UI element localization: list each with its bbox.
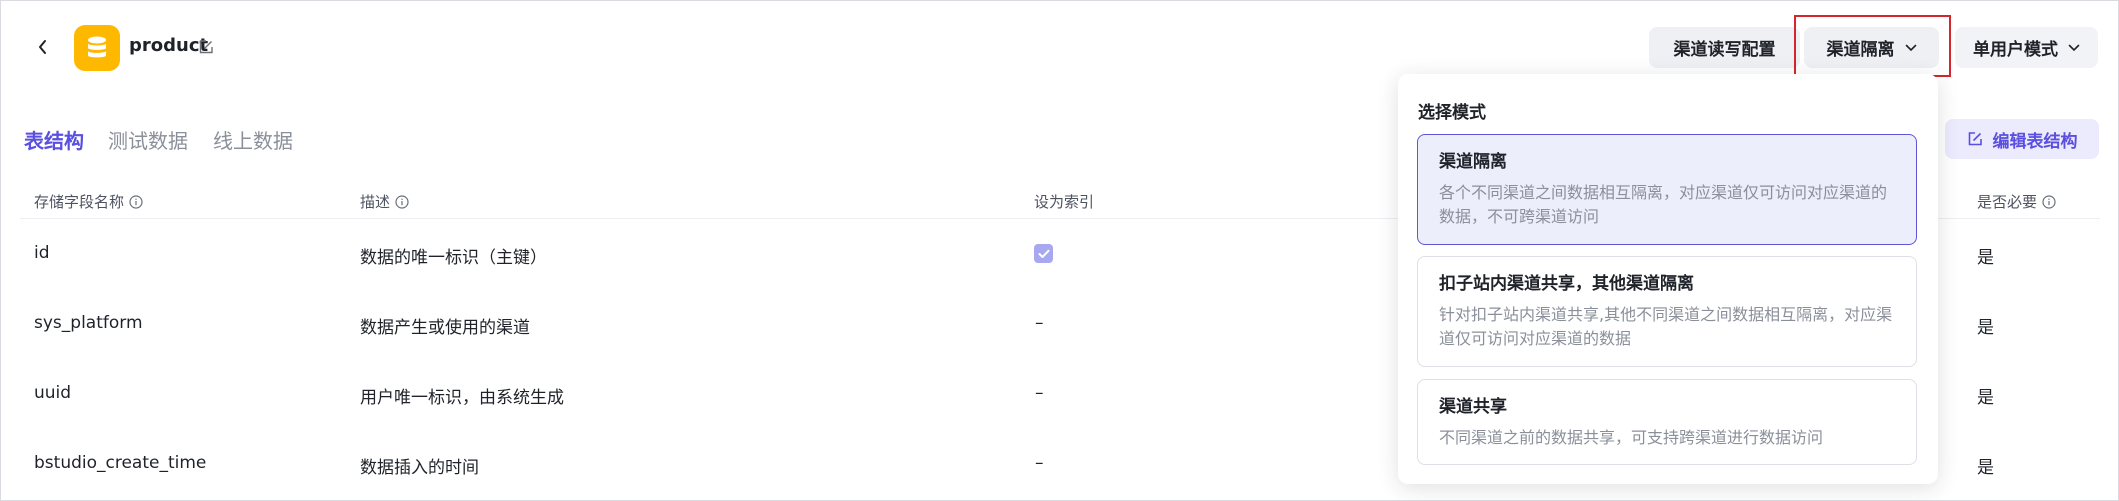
chevron-down-icon xyxy=(1905,44,1916,51)
mode-dropdown: 选择模式 渠道隔离 各个不同渠道之间数据相互隔离，对应渠道仅可访问对应渠道的数据… xyxy=(1398,74,1938,484)
chevron-left-icon xyxy=(39,40,46,54)
edit-icon xyxy=(1968,132,1982,146)
back-button[interactable] xyxy=(30,34,56,60)
option-description: 各个不同渠道之间数据相互隔离，对应渠道仅可访问对应渠道的数据，不可跨渠道访问 xyxy=(1439,183,1888,226)
option-coze-shared[interactable]: 扣子站内渠道共享，其他渠道隔离 针对扣子站内渠道共享,其他不同渠道之间数据相互隔… xyxy=(1417,256,1917,367)
option-channel-isolation[interactable]: 渠道隔离 各个不同渠道之间数据相互隔离，对应渠道仅可访问对应渠道的数据，不可跨渠… xyxy=(1417,134,1917,245)
table-cell-index: – xyxy=(1035,453,1044,473)
chevron-down-icon xyxy=(2068,44,2080,51)
option-name: 渠道共享 xyxy=(1439,397,1507,417)
table-cell-name: sys_platform xyxy=(34,313,143,333)
table-cell-index: – xyxy=(1035,313,1044,333)
table-cell-description: 用户唯一标识，由系统生成 xyxy=(360,388,564,408)
table-cell-required: 是 xyxy=(1977,458,1994,478)
column-header-index: 设为索引 xyxy=(1034,193,1095,211)
dropdown-title: 选择模式 xyxy=(1418,103,1486,123)
edit-structure-button[interactable]: 编辑表结构 xyxy=(1945,119,2099,159)
edit-structure-label: 编辑表结构 xyxy=(1992,131,2078,152)
channel-rw-config-button[interactable]: 渠道读写配置 xyxy=(1649,27,1800,68)
tab-table-structure[interactable]: 表结构 xyxy=(24,125,84,154)
table-cell-name: id xyxy=(34,243,50,263)
option-description: 针对扣子站内渠道共享,其他不同渠道之间数据相互隔离，对应渠道仅可访问对应渠道的数… xyxy=(1439,305,1893,348)
info-icon[interactable] xyxy=(129,194,143,209)
database-icon xyxy=(74,25,120,71)
option-name: 扣子站内渠道共享，其他渠道隔离 xyxy=(1439,274,1694,294)
info-icon[interactable] xyxy=(395,194,409,209)
table-cell-required: 是 xyxy=(1977,318,1994,338)
table-cell-name: uuid xyxy=(34,383,72,403)
channel-isolation-label: 渠道隔离 xyxy=(1826,40,1895,60)
table-cell-description: 数据的唯一标识（主键） xyxy=(360,248,547,268)
index-checkbox[interactable] xyxy=(1034,244,1053,263)
info-icon[interactable] xyxy=(2042,194,2056,209)
option-description: 不同渠道之前的数据共享，可支持跨渠道进行数据访问 xyxy=(1439,428,1824,447)
table-cell-description: 数据插入的时间 xyxy=(360,458,479,478)
single-user-mode-label: 单用户模式 xyxy=(1973,40,2058,60)
edit-icon[interactable] xyxy=(198,39,214,55)
column-header-field-name: 存储字段名称 xyxy=(34,191,143,212)
option-channel-shared[interactable]: 渠道共享 不同渠道之前的数据共享，可支持跨渠道进行数据访问 xyxy=(1417,379,1917,465)
option-name: 渠道隔离 xyxy=(1439,152,1507,172)
column-header-description: 描述 xyxy=(360,191,409,212)
checkmark-icon xyxy=(1038,249,1049,258)
single-user-mode-button[interactable]: 单用户模式 xyxy=(1955,27,2098,68)
tab-online-data[interactable]: 线上数据 xyxy=(213,125,293,154)
table-cell-required: 是 xyxy=(1977,248,1994,268)
page-title: product xyxy=(129,35,209,56)
channel-isolation-button[interactable]: 渠道隔离 xyxy=(1804,27,1939,68)
table-cell-index: – xyxy=(1035,383,1044,403)
table-cell-name: bstudio_create_time xyxy=(34,453,207,473)
tab-test-data[interactable]: 测试数据 xyxy=(108,125,188,154)
table-cell-description: 数据产生或使用的渠道 xyxy=(360,318,530,338)
channel-rw-config-label: 渠道读写配置 xyxy=(1673,40,1776,60)
table-cell-required: 是 xyxy=(1977,388,1994,408)
column-header-required: 是否必要 xyxy=(1977,191,2056,212)
